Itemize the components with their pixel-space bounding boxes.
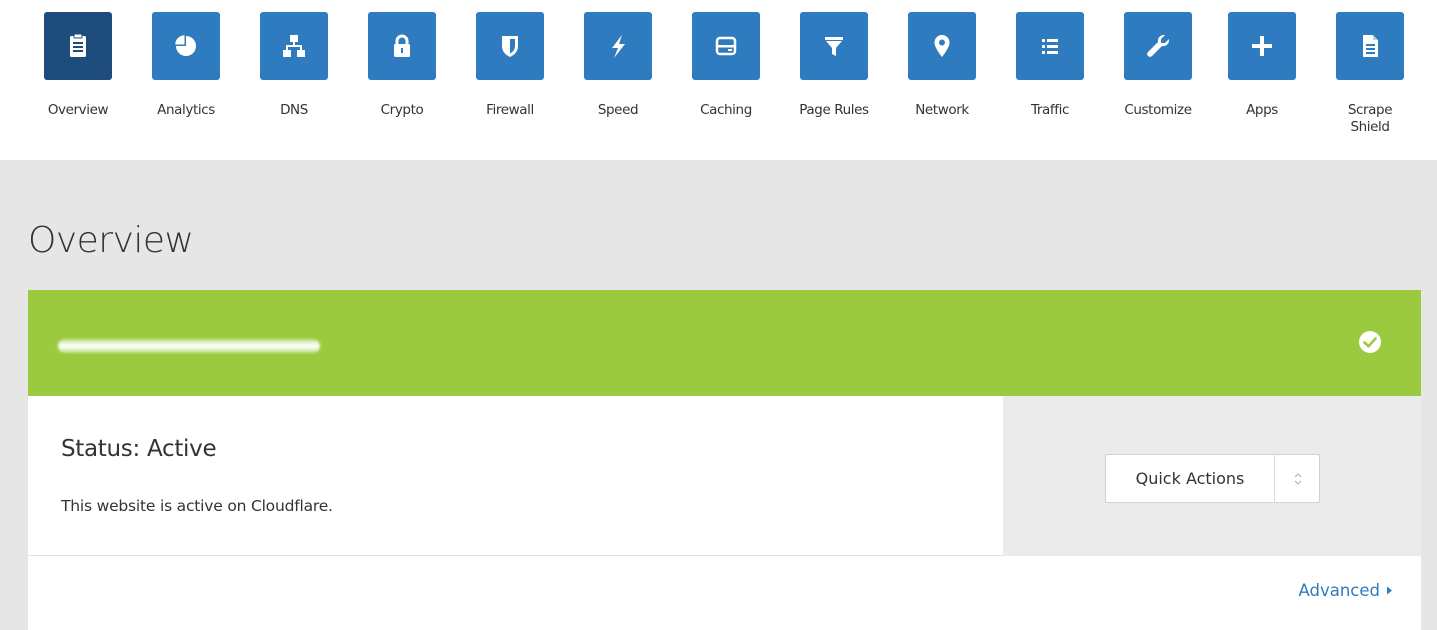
nav-item-crypto[interactable]: Crypto: [350, 12, 450, 152]
lightning-icon: [612, 35, 625, 58]
nav-label: Customize: [1124, 102, 1192, 118]
zone-card: Status: Active This website is active on…: [28, 290, 1421, 630]
nav-item-customize[interactable]: Customize: [1106, 12, 1206, 152]
top-nav: Overview Analytics DNS Crypto Firewall S…: [0, 0, 1437, 160]
sitemap-icon: [283, 35, 305, 57]
nav-tile: [1124, 12, 1192, 80]
nav-label: Caching: [700, 102, 752, 118]
document-icon: [1363, 35, 1378, 57]
nav-label: Crypto: [380, 102, 424, 118]
sort-arrows-icon: [1294, 473, 1302, 485]
main-content: Overview Status: Active This website is …: [0, 160, 1437, 630]
card-footer: Advanced: [28, 556, 1421, 630]
caret-right-icon: [1387, 586, 1392, 595]
status-panel: Status: Active This website is active on…: [28, 396, 1003, 556]
nav-tile: [1336, 12, 1404, 80]
nav-label: Firewall: [486, 102, 534, 118]
nav-tile: [368, 12, 436, 80]
nav-item-page-rules[interactable]: Page Rules: [782, 12, 882, 152]
location-pin-icon: [934, 35, 950, 57]
check-circle-icon: [1359, 331, 1381, 353]
nav-item-scrape-shield[interactable]: Scrape Shield: [1318, 12, 1418, 152]
clipboard-icon: [70, 33, 86, 57]
nav-label: DNS: [280, 102, 308, 118]
zone-banner: [28, 290, 1421, 396]
status-title: Status: Active: [61, 436, 217, 462]
lock-icon: [394, 34, 410, 57]
nav-item-network[interactable]: Network: [890, 12, 990, 152]
wrench-icon: [1147, 34, 1170, 57]
plus-icon: [1252, 36, 1272, 56]
nav-tile: [476, 12, 544, 80]
filter-icon: [825, 37, 843, 56]
server-icon: [715, 36, 737, 56]
quick-actions-label: Quick Actions: [1106, 455, 1275, 502]
nav-tile: [584, 12, 652, 80]
advanced-label: Advanced: [1298, 581, 1380, 600]
shield-icon: [502, 36, 518, 57]
list-icon: [1042, 39, 1058, 54]
nav-tile: [908, 12, 976, 80]
nav-tile: [1016, 12, 1084, 80]
quick-actions-select[interactable]: Quick Actions: [1105, 454, 1320, 503]
nav-tile: [800, 12, 868, 80]
nav-item-firewall[interactable]: Firewall: [458, 12, 558, 152]
nav-item-speed[interactable]: Speed: [566, 12, 666, 152]
nav-tile: [260, 12, 328, 80]
nav-item-caching[interactable]: Caching: [674, 12, 774, 152]
nav-tile: [1228, 12, 1296, 80]
nav-tile: [44, 12, 112, 80]
nav-label: Scrape Shield: [1347, 102, 1393, 135]
pie-chart-icon: [175, 35, 196, 56]
status-description: This website is active on Cloudflare.: [61, 497, 333, 515]
nav-label: Apps: [1246, 102, 1278, 118]
nav-label: Overview: [47, 102, 109, 118]
nav-tile: [152, 12, 220, 80]
nav-label: Analytics: [157, 102, 215, 118]
advanced-link[interactable]: Advanced: [1298, 581, 1393, 600]
actions-panel: Quick Actions: [1003, 396, 1421, 556]
nav-label: Network: [915, 102, 969, 118]
nav-label: Speed: [597, 102, 639, 118]
nav-item-analytics[interactable]: Analytics: [134, 12, 234, 152]
nav-item-overview[interactable]: Overview: [26, 12, 126, 152]
nav-item-dns[interactable]: DNS: [242, 12, 342, 152]
nav-item-apps[interactable]: Apps: [1210, 12, 1310, 152]
page-title: Overview: [28, 220, 194, 261]
nav-item-traffic[interactable]: Traffic: [998, 12, 1098, 152]
nav-label: Page Rules: [799, 102, 869, 118]
nav-label: Traffic: [1031, 102, 1069, 118]
nav-tile: [692, 12, 760, 80]
zone-name-redacted: [58, 339, 320, 353]
